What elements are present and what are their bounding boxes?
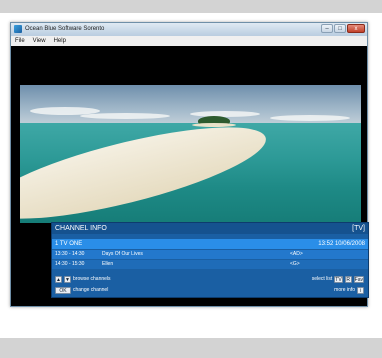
radio-list-button[interactable]: R — [344, 276, 352, 283]
osd-header: CHANNEL INFO [TV] — [52, 223, 368, 234]
cloud — [80, 113, 170, 119]
programme-name: Ellen — [102, 261, 114, 267]
browse-row: ▲ ▼ browse channels — [55, 275, 111, 284]
app-icon — [14, 25, 22, 33]
programme-time: 14:30 - 15:30 — [55, 261, 85, 267]
programme-flags: <G> — [290, 261, 300, 267]
more-info-label: more info — [334, 287, 355, 293]
up-arrow-icon[interactable]: ▲ — [55, 276, 62, 283]
channel-name: 1 TV ONE — [55, 241, 83, 247]
close-button[interactable]: x — [347, 24, 365, 33]
info-icon[interactable]: i — [357, 287, 364, 294]
select-list-row: select list TV R Fav — [312, 275, 364, 284]
menu-view[interactable]: View — [33, 36, 46, 46]
cloud — [270, 115, 350, 121]
select-label: select list — [311, 276, 333, 282]
ok-button[interactable]: OK — [55, 287, 71, 294]
osd-title: CHANNEL INFO — [55, 225, 107, 232]
menubar: File View Help — [11, 36, 367, 46]
programme-row: 14:30 - 15:30 Ellen <G> — [52, 260, 368, 269]
sky — [20, 85, 361, 127]
titlebar: Ocean Blue Software Sorento – □ x — [11, 23, 367, 36]
osd-controls: ▲ ▼ browse channels OK change channel se… — [52, 275, 368, 297]
osd-type: [TV] — [352, 225, 365, 232]
fav-list-button[interactable]: Fav — [353, 276, 364, 283]
channel-row: 1 TV ONE 13:52 10/06/2008 — [52, 239, 368, 249]
menu-help[interactable]: Help — [54, 36, 66, 46]
window-controls: – □ x — [321, 24, 365, 33]
bottom-band — [0, 338, 382, 358]
window-title: Ocean Blue Software Sorento — [25, 26, 105, 32]
maximize-button[interactable]: □ — [334, 24, 346, 33]
channel-datetime: 13:52 10/06/2008 — [318, 241, 365, 247]
browse-label: browse channels — [73, 276, 111, 282]
minimize-button[interactable]: – — [321, 24, 333, 33]
menu-file[interactable]: File — [15, 36, 25, 46]
down-arrow-icon[interactable]: ▼ — [64, 276, 71, 283]
tv-list-button[interactable]: TV — [334, 276, 343, 283]
more-info-row: more info i — [334, 286, 364, 295]
programme-time: 13:30 - 14:30 — [55, 251, 85, 257]
cloud — [190, 111, 260, 117]
top-band — [0, 0, 382, 13]
programme-name: Days Of Our Lives — [102, 251, 143, 257]
video-frame — [20, 85, 361, 223]
channel-info-panel: CHANNEL INFO [TV] 1 TV ONE 13:52 10/06/2… — [51, 222, 369, 298]
programme-row: 13:30 - 14:30 Days Of Our Lives <AD> — [52, 250, 368, 259]
change-label: change channel — [73, 287, 109, 293]
programme-flags: <AD> — [290, 251, 303, 257]
change-row: OK change channel — [55, 286, 108, 295]
